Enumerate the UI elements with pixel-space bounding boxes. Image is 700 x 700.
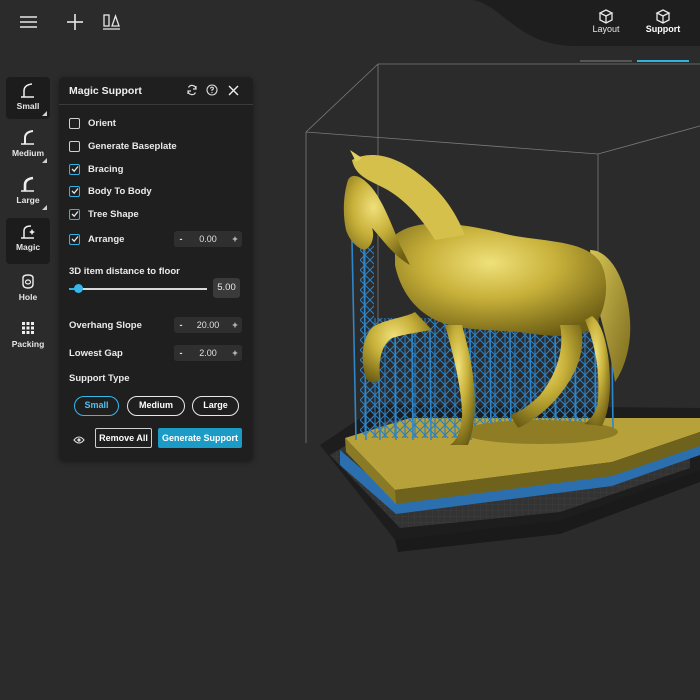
close-icon — [228, 85, 238, 95]
orient-label: Orient — [88, 117, 116, 129]
tree-shape-label: Tree Shape — [88, 208, 139, 220]
body-to-body-checkbox[interactable] — [69, 185, 80, 197]
visibility-toggle[interactable] — [73, 432, 85, 450]
panel-header: Magic Support — [59, 77, 253, 105]
help-icon — [206, 84, 218, 96]
help-button[interactable] — [205, 83, 219, 97]
tool-medium[interactable]: Medium — [6, 124, 50, 166]
tool-medium-label: Medium — [11, 148, 45, 158]
distance-slider[interactable] — [69, 284, 207, 293]
tool-magic[interactable]: Magic — [6, 218, 50, 264]
support-type-large[interactable]: Large — [192, 396, 239, 416]
lowest-gap-decrement[interactable]: - — [174, 348, 188, 358]
tab-support-label: Support — [645, 24, 681, 34]
reset-button[interactable] — [185, 83, 199, 97]
tool-magic-label: Magic — [15, 242, 41, 252]
tree-shape-checkbox[interactable] — [69, 208, 80, 220]
magic-support-icon — [6, 218, 50, 240]
eye-icon — [73, 436, 85, 444]
remove-all-button[interactable]: Remove All — [95, 428, 152, 448]
arrange-increment[interactable]: + — [228, 234, 242, 244]
tool-hole[interactable]: Hole — [6, 268, 50, 310]
tab-layout-label: Layout — [592, 24, 620, 34]
lowest-gap-increment[interactable]: + — [228, 348, 242, 358]
refresh-icon — [187, 84, 197, 96]
bracing-checkbox[interactable] — [69, 163, 80, 175]
mode-tabs: Layout Support — [470, 0, 700, 62]
magic-support-panel: Magic Support Orient Generate Baseplate … — [59, 77, 253, 460]
check-icon — [71, 166, 79, 173]
tool-medium-expand-indicator — [42, 158, 47, 163]
bracing-option: Bracing — [69, 161, 123, 177]
body-to-body-option: Body To Body — [69, 183, 152, 199]
orient-option: Orient — [69, 115, 116, 131]
tool-small-label: Small — [16, 101, 40, 111]
distance-slider-handle[interactable] — [74, 284, 84, 293]
tool-small-expand-indicator — [42, 111, 47, 116]
overhang-decrement[interactable]: - — [174, 320, 188, 330]
overhang-value[interactable]: 20.00 — [188, 320, 228, 330]
orient-checkbox[interactable] — [69, 117, 80, 129]
tab-layout-underline — [580, 60, 632, 62]
body-to-body-label: Body To Body — [88, 185, 152, 197]
baseplate-label: Generate Baseplate — [88, 140, 177, 152]
arrange-label: Arrange — [88, 233, 125, 245]
shapes-button[interactable] — [98, 10, 124, 36]
tree-shape-option: Tree Shape — [69, 206, 139, 222]
tool-large[interactable]: Large — [6, 171, 50, 213]
lowest-gap-value[interactable]: 2.00 — [188, 348, 228, 358]
tab-layout[interactable]: Layout — [576, 22, 636, 62]
tool-packing[interactable]: Packing — [6, 315, 50, 357]
tool-hole-label: Hole — [18, 292, 38, 302]
arrange-value[interactable]: 0.00 — [188, 234, 228, 244]
baseplate-checkbox[interactable] — [69, 140, 80, 152]
arrange-option: Arrange — [69, 231, 124, 247]
arrange-decrement[interactable]: - — [174, 234, 188, 244]
tool-large-expand-indicator — [42, 205, 47, 210]
close-button[interactable] — [226, 83, 240, 97]
tool-large-label: Large — [16, 195, 40, 205]
check-icon — [71, 188, 79, 195]
overhang-label: Overhang Slope — [69, 320, 142, 331]
support-type-label: Support Type — [69, 373, 130, 384]
distance-label: 3D item distance to floor — [69, 266, 180, 277]
tab-support[interactable]: Support — [633, 22, 693, 62]
menu-button[interactable] — [15, 10, 41, 36]
add-button[interactable] — [62, 10, 88, 36]
support-large-icon — [6, 171, 50, 193]
tab-support-underline — [637, 60, 689, 62]
baseplate-option: Generate Baseplate — [69, 138, 177, 154]
support-type-medium[interactable]: Medium — [127, 396, 185, 416]
lowest-gap-stepper: - 2.00 + — [174, 345, 242, 361]
support-type-small[interactable]: Small — [74, 396, 119, 416]
bracing-label: Bracing — [88, 163, 124, 175]
overhang-increment[interactable]: + — [228, 320, 242, 330]
overhang-stepper: - 20.00 + — [174, 317, 242, 333]
arrange-stepper: - 0.00 + — [174, 231, 242, 247]
packing-icon — [6, 315, 50, 337]
distance-value-input[interactable]: 5.00 — [213, 278, 240, 298]
hole-icon — [6, 268, 50, 290]
check-icon — [71, 236, 79, 243]
tool-packing-label: Packing — [11, 339, 45, 349]
support-medium-icon — [6, 124, 50, 146]
lowest-gap-label: Lowest Gap — [69, 348, 123, 359]
arrange-checkbox[interactable] — [69, 233, 80, 245]
check-icon — [71, 211, 79, 218]
tool-small[interactable]: Small — [6, 77, 50, 119]
support-small-icon — [6, 77, 50, 99]
generate-support-button[interactable]: Generate Support — [158, 428, 242, 448]
panel-title: Magic Support — [69, 85, 142, 97]
